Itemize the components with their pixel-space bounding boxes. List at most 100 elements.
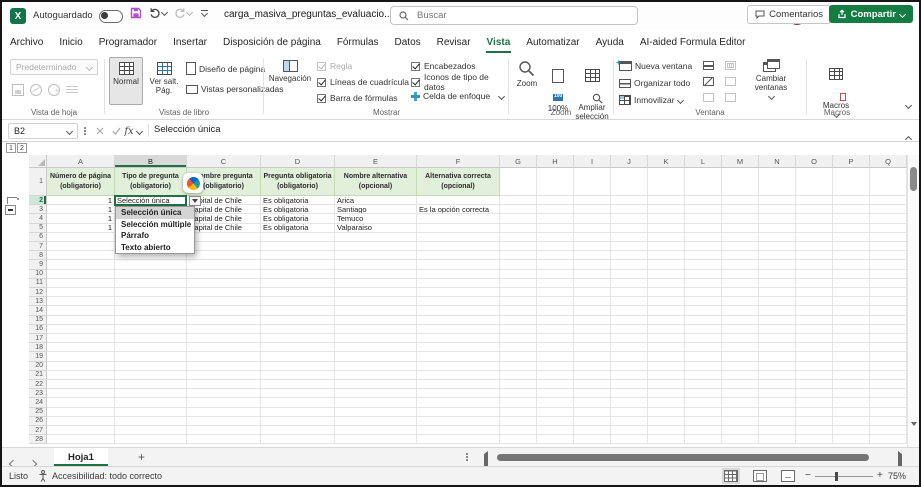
cell-J7[interactable] [611,242,648,251]
cell-G26[interactable] [500,417,537,426]
cell-O24[interactable] [796,398,833,407]
zoom-100-button[interactable]: 100 100% [543,60,573,113]
cell-G9[interactable] [500,260,537,269]
tab-ayuda[interactable]: Ayuda [588,30,632,54]
cell-O28[interactable] [796,435,833,444]
cell-J26[interactable] [611,417,648,426]
cell-L9[interactable] [685,260,722,269]
cell-K21[interactable] [648,371,685,380]
synchronous-scrolling-button[interactable] [725,77,736,86]
cell-E2[interactable]: Arica [335,196,417,205]
outline-collapse-button[interactable] [5,205,16,215]
cell-E7[interactable] [335,242,417,251]
cell-Q3[interactable] [870,205,907,214]
page-break-preview-button[interactable]: Ver salt. Pág. [146,57,182,105]
cell-B14[interactable] [115,306,187,315]
row-header-18[interactable]: 18 [29,343,47,352]
cell-A10[interactable] [47,270,115,279]
cell-G7[interactable] [500,242,537,251]
cell-N25[interactable] [759,408,796,417]
cell-J23[interactable] [611,389,648,398]
cell-M6[interactable] [722,233,759,242]
cell-A27[interactable] [47,426,115,435]
cell-L13[interactable] [685,297,722,306]
tab-datos[interactable]: Datos [387,30,429,54]
cell-P24[interactable] [833,398,870,407]
cell-G21[interactable] [500,371,537,380]
customize-quick-access-button[interactable] [201,10,208,16]
cell-L12[interactable] [685,288,722,297]
cell-A2[interactable]: 1 [47,196,115,205]
cell-D3[interactable]: Es obligatoria [261,205,335,214]
cell-E5[interactable]: Valparaiso [335,224,417,233]
cell-F28[interactable] [417,435,500,444]
cell-K12[interactable] [648,288,685,297]
cell-F5[interactable] [417,224,500,233]
cell-H26[interactable] [537,417,574,426]
zoom-out-button[interactable]: − [805,470,811,481]
cell-E11[interactable] [335,279,417,288]
cell-B24[interactable] [115,398,187,407]
cell-I15[interactable] [574,316,611,325]
cell-C22[interactable] [187,380,261,389]
cell-N7[interactable] [759,242,796,251]
cell-J28[interactable] [611,435,648,444]
cell-F8[interactable] [417,251,500,260]
cell-P2[interactable] [833,196,870,205]
row-header-6[interactable]: 6 [29,233,47,242]
cell-D8[interactable] [261,251,335,260]
cell-B22[interactable] [115,380,187,389]
cell-O15[interactable] [796,316,833,325]
cell-N1[interactable] [759,168,796,196]
cell-N11[interactable] [759,279,796,288]
cell-J16[interactable] [611,325,648,334]
cell-A25[interactable] [47,408,115,417]
cell-A21[interactable] [47,371,115,380]
cell-H13[interactable] [537,297,574,306]
cell-F2[interactable] [417,196,500,205]
cell-E17[interactable] [335,334,417,343]
row-header-7[interactable]: 7 [29,242,47,251]
cell-Q26[interactable] [870,417,907,426]
zoom-slider-track[interactable] [815,476,873,477]
cell-D14[interactable] [261,306,335,315]
cell-Q12[interactable] [870,288,907,297]
cell-M27[interactable] [722,426,759,435]
cell-M23[interactable] [722,389,759,398]
cell-F15[interactable] [417,316,500,325]
tabbar-options-handle[interactable] [466,453,468,461]
cell-P8[interactable] [833,251,870,260]
cell-I1[interactable] [574,168,611,196]
cell-G4[interactable] [500,214,537,223]
cell-D20[interactable] [261,362,335,371]
cell-L10[interactable] [685,270,722,279]
cell-L14[interactable] [685,306,722,315]
cell-F4[interactable] [417,214,500,223]
reset-window-position-button[interactable] [725,93,736,102]
cell-I28[interactable] [574,435,611,444]
cell-O1[interactable] [796,168,833,196]
cell-E23[interactable] [335,389,417,398]
page-layout-status-button[interactable] [753,470,767,482]
cell-C21[interactable] [187,371,261,380]
cell-J19[interactable] [611,352,648,361]
cell-C3[interactable]: Capital de Chile [187,205,261,214]
cell-G27[interactable] [500,426,537,435]
cell-E16[interactable] [335,325,417,334]
cell-J8[interactable] [611,251,648,260]
cell-Q14[interactable] [870,306,907,315]
cell-J17[interactable] [611,334,648,343]
cell-A15[interactable] [47,316,115,325]
cell-F27[interactable] [417,426,500,435]
cell-I18[interactable] [574,343,611,352]
row-header-20[interactable]: 20 [29,362,47,371]
cell-N4[interactable] [759,214,796,223]
cell-Q6[interactable] [870,233,907,242]
cell-K22[interactable] [648,380,685,389]
tab-f-rmulas[interactable]: Fórmulas [329,30,387,54]
cell-M8[interactable] [722,251,759,260]
cell-A5[interactable]: 1 [47,224,115,233]
cell-E12[interactable] [335,288,417,297]
cell-C17[interactable] [187,334,261,343]
cell-I21[interactable] [574,371,611,380]
